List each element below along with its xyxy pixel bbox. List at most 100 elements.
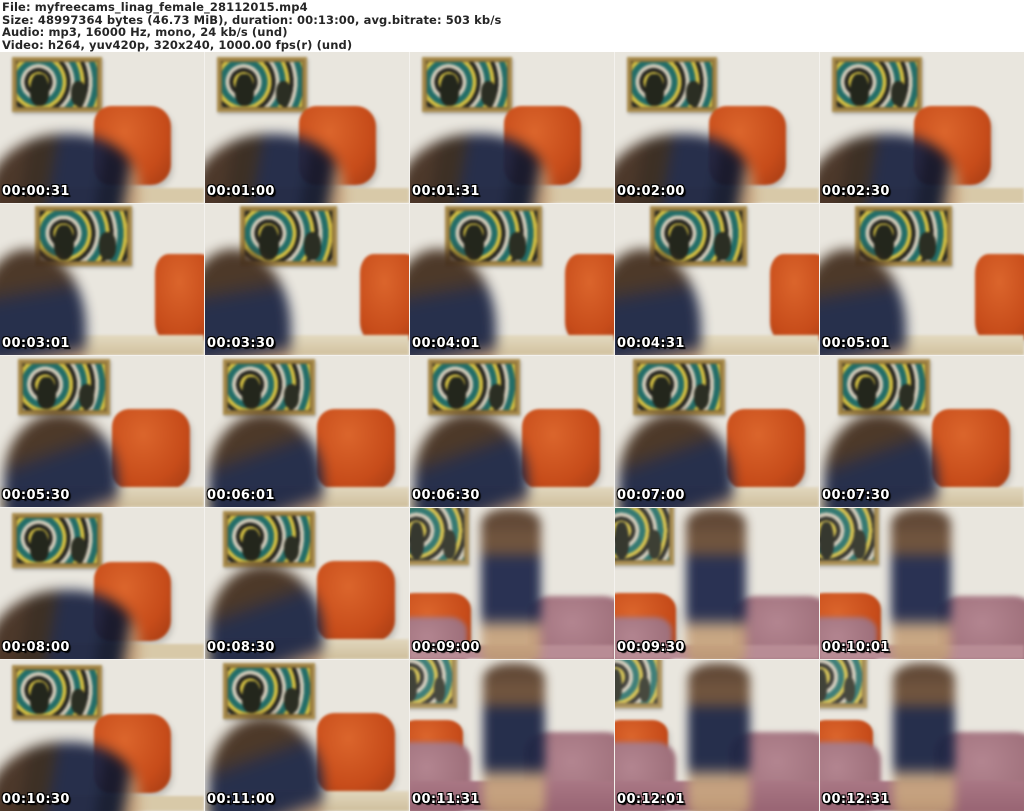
video-thumbnail[interactable]: 00:09:30 xyxy=(615,508,819,659)
media-info-line-video: Video: h264, yuv420p, 320x240, 1000.00 f… xyxy=(2,37,353,52)
thumbnail-placeholder xyxy=(205,356,409,507)
orange-cushion xyxy=(317,560,395,641)
thumbnail-placeholder xyxy=(615,52,819,203)
video-thumbnail[interactable]: 00:08:30 xyxy=(205,508,409,659)
thumbnail-placeholder xyxy=(820,52,1024,203)
timestamp-overlay: 00:00:31 xyxy=(2,184,70,199)
video-thumbnail[interactable]: 00:00:31 xyxy=(0,52,204,203)
video-thumbnail[interactable]: 00:04:01 xyxy=(410,204,614,355)
abstract-figure-silhouette xyxy=(893,663,955,811)
thumbnail-placeholder xyxy=(820,508,1024,659)
timestamp-overlay: 00:01:31 xyxy=(412,184,480,199)
timestamp-overlay: 00:12:31 xyxy=(822,792,890,807)
video-thumbnail[interactable]: 00:10:30 xyxy=(0,660,204,811)
picture-frame xyxy=(18,359,111,415)
video-thumbnail[interactable]: 00:08:00 xyxy=(0,508,204,659)
media-info-line-file: File: myfreecams_linag_female_28112015.m… xyxy=(2,0,308,14)
video-thumbnail[interactable]: 00:07:00 xyxy=(615,356,819,507)
picture-frame xyxy=(12,664,102,721)
picture-frame xyxy=(820,508,880,566)
picture-frame xyxy=(633,359,726,415)
picture-frame xyxy=(820,660,867,709)
timestamp-overlay: 00:10:30 xyxy=(2,792,70,807)
abstract-figure-silhouette xyxy=(481,508,541,659)
thumbnail-grid: 00:00:31 00:01:00 00:01:31 00:02:00 00:0… xyxy=(0,52,1024,811)
orange-cushion xyxy=(112,408,190,489)
orange-cushion xyxy=(932,408,1010,489)
timestamp-overlay: 00:01:00 xyxy=(207,184,275,199)
picture-frame xyxy=(422,56,512,113)
media-info-header: File: myfreecams_linag_female_28112015.m… xyxy=(0,0,1024,52)
video-thumbnail[interactable]: 00:06:30 xyxy=(410,356,614,507)
timestamp-overlay: 00:05:01 xyxy=(822,336,890,351)
abstract-figure-silhouette xyxy=(688,663,750,811)
video-thumbnail[interactable]: 00:02:30 xyxy=(820,52,1024,203)
video-thumbnail[interactable]: 00:07:30 xyxy=(820,356,1024,507)
media-info-line-audio: Audio: mp3, 16000 Hz, mono, 24 kb/s (und… xyxy=(2,25,288,40)
orange-cushion xyxy=(770,253,819,342)
thumbnail-placeholder xyxy=(410,52,614,203)
video-thumbnail[interactable]: 00:04:31 xyxy=(615,204,819,355)
picture-frame xyxy=(410,508,470,566)
picture-frame xyxy=(832,56,922,113)
video-thumbnail[interactable]: 00:05:01 xyxy=(820,204,1024,355)
video-thumbnail[interactable]: 00:02:00 xyxy=(615,52,819,203)
video-thumbnail[interactable]: 00:03:01 xyxy=(0,204,204,355)
thumbnail-placeholder xyxy=(205,660,409,811)
thumbnail-placeholder xyxy=(0,204,204,355)
timestamp-overlay: 00:12:01 xyxy=(617,792,685,807)
timestamp-overlay: 00:09:30 xyxy=(617,640,685,655)
thumbnail-placeholder xyxy=(615,356,819,507)
timestamp-overlay: 00:07:00 xyxy=(617,488,685,503)
timestamp-overlay: 00:07:30 xyxy=(822,488,890,503)
timestamp-overlay: 00:04:31 xyxy=(617,336,685,351)
timestamp-overlay: 00:05:30 xyxy=(2,488,70,503)
thumbnail-placeholder xyxy=(205,204,409,355)
thumbnail-placeholder xyxy=(0,52,204,203)
video-thumbnail[interactable]: 00:06:01 xyxy=(205,356,409,507)
orange-cushion xyxy=(522,408,600,489)
thumbnail-placeholder xyxy=(615,204,819,355)
video-thumbnail[interactable]: 00:03:30 xyxy=(205,204,409,355)
video-thumbnail[interactable]: 00:09:00 xyxy=(410,508,614,659)
abstract-figure-silhouette xyxy=(686,508,746,659)
video-thumbnail[interactable]: 00:11:31 xyxy=(410,660,614,811)
timestamp-overlay: 00:09:00 xyxy=(412,640,480,655)
orange-cushion xyxy=(155,253,204,342)
timestamp-overlay: 00:02:00 xyxy=(617,184,685,199)
picture-frame xyxy=(615,660,662,709)
video-thumbnail[interactable]: 00:05:30 xyxy=(0,356,204,507)
video-thumbnail[interactable]: 00:11:00 xyxy=(205,660,409,811)
thumbnail-placeholder xyxy=(410,660,614,811)
video-thumbnail[interactable]: 00:12:31 xyxy=(820,660,1024,811)
picture-frame xyxy=(615,508,675,566)
timestamp-overlay: 00:06:01 xyxy=(207,488,275,503)
thumbnail-placeholder xyxy=(410,356,614,507)
picture-frame xyxy=(428,359,521,415)
abstract-figure-silhouette xyxy=(891,508,951,659)
thumbnail-placeholder xyxy=(615,660,819,811)
orange-cushion xyxy=(317,712,395,793)
video-thumbnail[interactable]: 00:10:01 xyxy=(820,508,1024,659)
thumbnail-placeholder xyxy=(205,52,409,203)
video-thumbnail[interactable]: 00:12:01 xyxy=(615,660,819,811)
picture-frame xyxy=(217,56,307,113)
thumbnail-placeholder xyxy=(410,204,614,355)
orange-cushion xyxy=(360,253,409,342)
orange-cushion xyxy=(975,253,1024,342)
video-thumbnail[interactable]: 00:01:00 xyxy=(205,52,409,203)
timestamp-overlay: 00:11:00 xyxy=(207,792,275,807)
timestamp-overlay: 00:10:01 xyxy=(822,640,890,655)
picture-frame xyxy=(838,359,931,415)
thumbnail-placeholder xyxy=(205,508,409,659)
timestamp-overlay: 00:08:30 xyxy=(207,640,275,655)
thumbnail-placeholder xyxy=(820,204,1024,355)
picture-frame xyxy=(223,663,316,719)
timestamp-overlay: 00:03:01 xyxy=(2,336,70,351)
thumbnail-placeholder xyxy=(410,508,614,659)
thumbnail-placeholder xyxy=(0,356,204,507)
abstract-figure-silhouette xyxy=(483,663,545,811)
video-thumbnail[interactable]: 00:01:31 xyxy=(410,52,614,203)
orange-cushion xyxy=(317,408,395,489)
timestamp-overlay: 00:08:00 xyxy=(2,640,70,655)
